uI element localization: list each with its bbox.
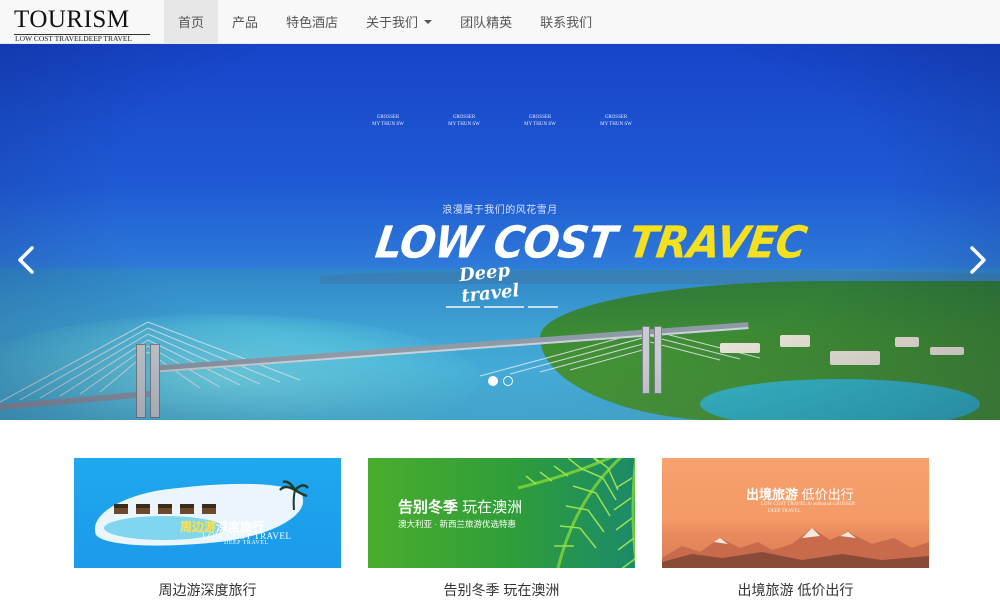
card-image-en-title: LOW COST TRAVEL & outbound GROSSER bbox=[760, 502, 856, 507]
carousel-dot-2[interactable] bbox=[503, 376, 513, 386]
brand-subtitle: LOW COST TRAVELDEEP TRAVEL bbox=[15, 34, 133, 43]
partner-logos: GROSSER MY THUN SW GROSSER MY THUN SW GROS… bbox=[368, 114, 638, 134]
card-image-en-subtitle: DEEP TRAVEL bbox=[768, 509, 801, 514]
carousel-next-button[interactable] bbox=[962, 240, 992, 280]
card-image-title: 告别冬季 玩在澳洲 bbox=[398, 499, 523, 516]
nav-item-label: 关于我们 bbox=[366, 15, 419, 30]
nav-item-label: 首页 bbox=[178, 15, 205, 30]
card-image-en-subtitle: DEEP TRAVEL bbox=[224, 540, 269, 546]
nav-item-label: 产品 bbox=[232, 15, 259, 30]
main-nav: 首页 产品 特色酒店 关于我们 团队精英 联系我们 bbox=[164, 0, 606, 43]
card-caption[interactable]: 出境旅游 低价出行 bbox=[662, 580, 929, 600]
feature-card-australia[interactable]: 告别冬季 玩在澳洲 澳大利亚 · 新西兰旅游优选特惠 告别冬季 玩在澳洲 bbox=[368, 458, 635, 606]
nav-item-home[interactable]: 首页 bbox=[164, 0, 219, 43]
card-image-title: 出境旅游 低价出行 bbox=[746, 487, 854, 502]
nav-item-hotels[interactable]: 特色酒店 bbox=[272, 0, 352, 43]
card-image-subtitle: 澳大利亚 · 新西兰旅游优选特惠 bbox=[398, 519, 517, 529]
card-image[interactable]: 出境旅游 低价出行 LOW COST TRAVEL & outbound GRO… bbox=[662, 458, 929, 568]
brand-title: TOURISM bbox=[14, 6, 130, 33]
chevron-left-icon bbox=[18, 246, 34, 274]
bridge-pylon-left-2 bbox=[150, 344, 160, 418]
nav-item-about-dropdown[interactable]: 关于我们 bbox=[352, 0, 446, 43]
nav-item-label: 特色酒店 bbox=[286, 15, 339, 30]
card-caption[interactable]: 周边游深度旅行 bbox=[74, 580, 341, 600]
nav-item-label: 联系我们 bbox=[540, 15, 593, 30]
hero-tagline: 浪漫属于我们的风花雪月 bbox=[442, 205, 558, 216]
top-navbar: TOURISM LOW COST TRAVELDEEP TRAVEL 首页 产品… bbox=[0, 0, 1000, 44]
nav-item-label: 团队精英 bbox=[460, 15, 513, 30]
feature-card-outbound[interactable]: 出境旅游 低价出行 LOW COST TRAVEL & outbound GRO… bbox=[662, 458, 929, 606]
caret-down-icon bbox=[424, 19, 433, 24]
nav-item-team[interactable]: 团队精英 bbox=[446, 0, 526, 43]
chevron-right-icon bbox=[970, 246, 986, 274]
nav-item-contact[interactable]: 联系我们 bbox=[526, 0, 606, 43]
carousel-dot-1[interactable] bbox=[488, 376, 498, 386]
hero-fine-print bbox=[446, 306, 566, 309]
carousel-prev-button[interactable] bbox=[12, 240, 42, 280]
palm-tree-icon bbox=[279, 480, 309, 510]
partner-logo: GROSSER MY THUN SW bbox=[448, 115, 480, 127]
mountain-range bbox=[662, 528, 929, 568]
card-image[interactable]: 周边游深度旅行 LOW COST TRAVEL DEEP TRAVEL bbox=[74, 458, 341, 568]
hero-carousel: GROSSER MY THUN SW GROSSER MY THUN SW GROS… bbox=[0, 44, 1000, 420]
feature-card-nearby-travel[interactable]: 周边游深度旅行 LOW COST TRAVEL DEEP TRAVEL 周边游深… bbox=[74, 458, 341, 606]
card-caption[interactable]: 告别冬季 玩在澳洲 bbox=[368, 580, 635, 600]
hero-title-yellow: TRAVEC bbox=[625, 216, 810, 269]
bridge-pylon-right bbox=[642, 326, 650, 394]
partner-logo: GROSSER MY THUN SW bbox=[524, 115, 556, 127]
brand-logo[interactable]: TOURISM LOW COST TRAVELDEEP TRAVEL bbox=[14, 6, 154, 43]
partner-logo: GROSSER MY THUN SW bbox=[372, 115, 404, 127]
bridge-pylon-right-2 bbox=[654, 326, 662, 394]
nav-item-products[interactable]: 产品 bbox=[218, 0, 272, 43]
card-image[interactable]: 告别冬季 玩在澳洲 澳大利亚 · 新西兰旅游优选特惠 bbox=[368, 458, 635, 568]
partner-logo: GROSSER MY THUN SW bbox=[600, 115, 632, 127]
carousel-indicators bbox=[488, 376, 513, 386]
bridge-pylon-left bbox=[136, 344, 146, 418]
